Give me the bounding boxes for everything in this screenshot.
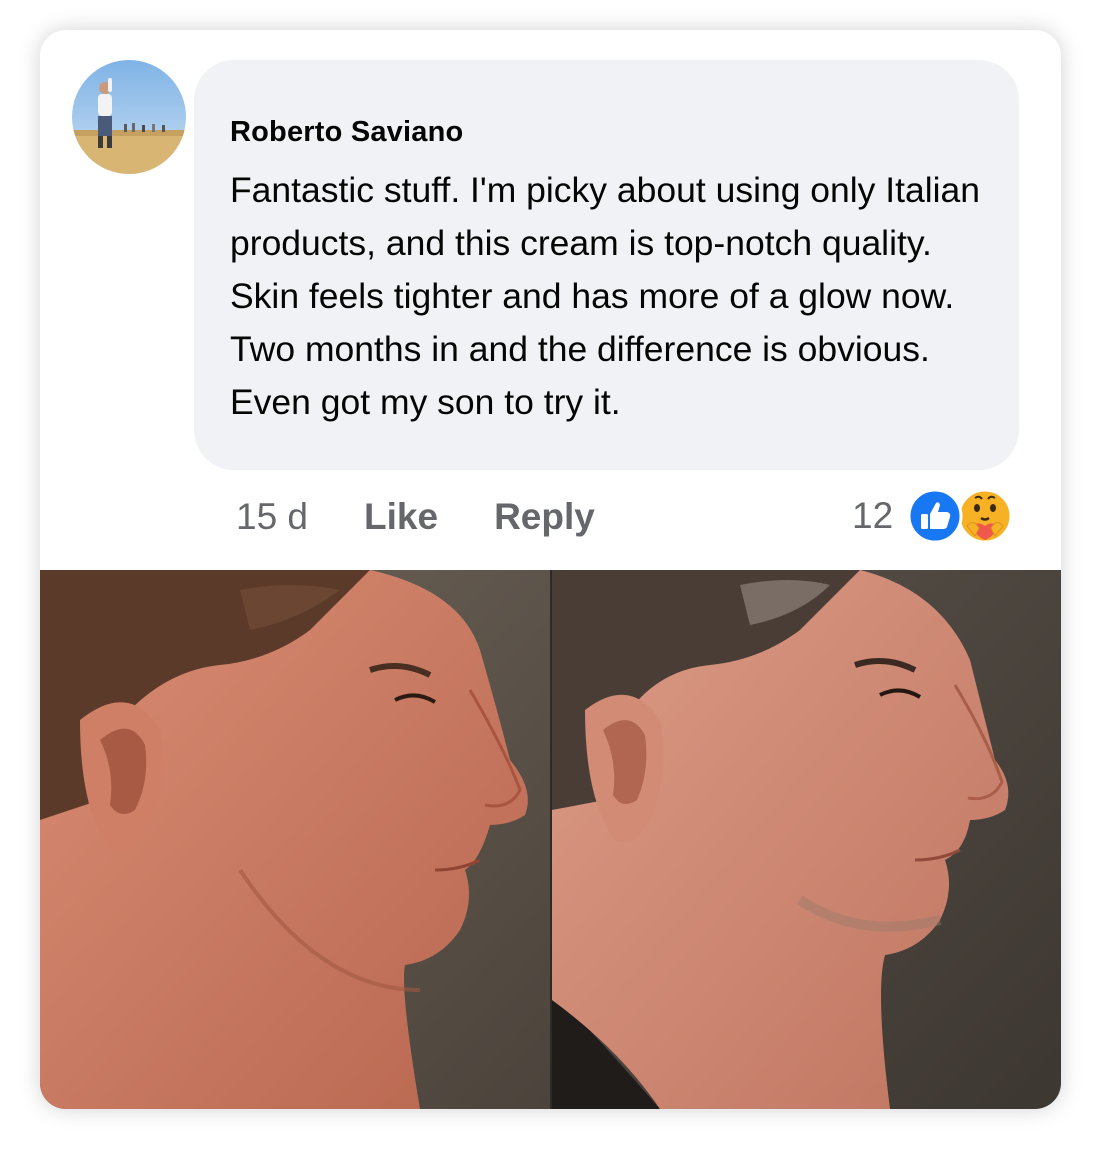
author-name[interactable]: Roberto Saviano — [230, 116, 463, 149]
reaction-count: 12 — [852, 495, 894, 536]
reaction-icons — [905, 488, 1015, 544]
like-icon — [907, 488, 963, 544]
after-image — [552, 570, 1061, 1109]
comment-timestamp[interactable]: 15 d — [236, 496, 308, 538]
comment-body: Fantastic stuff. I'm picky about using o… — [230, 170, 981, 422]
comment-card: Roberto Saviano Fantastic stuff. I'm pic… — [40, 30, 1061, 1109]
comment-bubble: Roberto Saviano Fantastic stuff. I'm pic… — [194, 60, 1019, 470]
reaction-summary[interactable]: 12 — [852, 488, 1015, 544]
like-button[interactable]: Like — [364, 496, 438, 538]
reply-button[interactable]: Reply — [494, 496, 595, 538]
before-after-photo[interactable] — [40, 570, 1061, 1109]
before-image — [40, 570, 550, 1109]
author-avatar[interactable] — [72, 60, 186, 174]
care-icon — [957, 488, 1013, 544]
comment-actions: 15 d Like Reply — [236, 492, 595, 542]
